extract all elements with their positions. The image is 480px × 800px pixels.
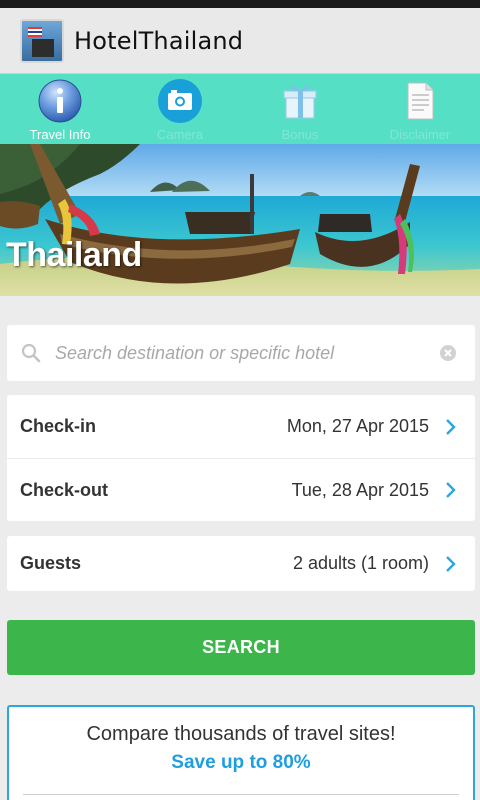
chevron-right-icon	[445, 555, 457, 573]
chevron-right-icon	[445, 418, 457, 436]
chevron-right-icon	[445, 481, 457, 499]
tab-label: Disclaimer	[389, 127, 451, 142]
checkout-label: Check-out	[20, 479, 109, 500]
tab-label: Bonus	[281, 127, 319, 142]
checkout-row[interactable]: Check-out Tue, 28 Apr 2015	[7, 458, 475, 521]
tab-disclaimer[interactable]: Disclaimer	[360, 74, 480, 144]
document-icon	[397, 78, 443, 124]
promo-banner: Compare thousands of travel sites! Save …	[7, 705, 475, 800]
tab-bar: Travel Info Camera Bonus Disclaimer	[0, 74, 480, 144]
hero-banner: Thailand	[0, 144, 480, 296]
divider	[23, 794, 459, 795]
tab-label: Travel Info	[29, 127, 91, 142]
search-input[interactable]: Search destination or specific hotel	[55, 343, 439, 364]
app-bar: HotelThailand	[0, 8, 480, 74]
checkout-value: Tue, 28 Apr 2015	[291, 479, 429, 500]
dates-card: Check-in Mon, 27 Apr 2015 Check-out Tue,…	[7, 395, 475, 521]
search-field[interactable]: Search destination or specific hotel	[7, 325, 475, 381]
guests-card: Guests 2 adults (1 room)	[7, 536, 475, 591]
checkin-label: Check-in	[20, 416, 97, 436]
tab-camera[interactable]: Camera	[120, 74, 240, 144]
info-icon	[37, 78, 83, 124]
promo-headline: Compare thousands of travel sites!	[86, 723, 396, 745]
search-button[interactable]: SEARCH	[7, 620, 475, 675]
tab-bonus[interactable]: Bonus	[240, 74, 360, 144]
clear-icon[interactable]	[439, 344, 457, 362]
guests-value: 2 adults (1 room)	[292, 553, 429, 573]
guests-row[interactable]: Guests 2 adults (1 room)	[7, 536, 475, 591]
guests-label: Guests	[20, 553, 82, 573]
status-bar	[0, 0, 480, 8]
app-logo	[20, 18, 64, 63]
hero-title: Thailand	[6, 236, 142, 274]
gift-icon	[277, 78, 323, 124]
checkin-value: Mon, 27 Apr 2015	[286, 416, 429, 436]
camera-icon	[157, 78, 203, 124]
app-title: HotelThailand	[74, 26, 244, 55]
checkin-row[interactable]: Check-in Mon, 27 Apr 2015	[7, 395, 475, 458]
search-icon	[21, 343, 41, 363]
tab-travel-info[interactable]: Travel Info	[0, 74, 120, 144]
tab-label: Camera	[156, 127, 204, 142]
promo-savings: Save up to 80%	[171, 752, 311, 773]
